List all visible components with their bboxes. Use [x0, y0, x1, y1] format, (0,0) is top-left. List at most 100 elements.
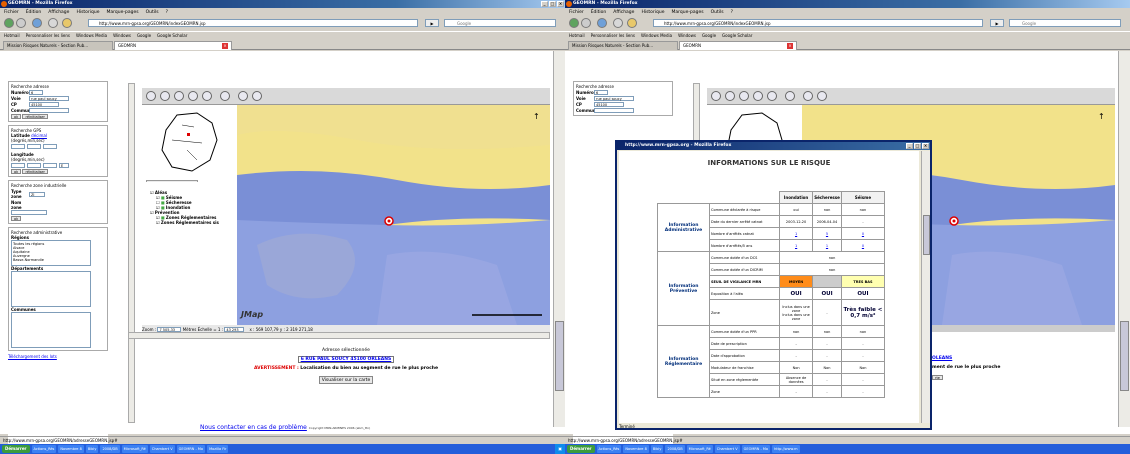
menu-edition[interactable]: Édition [26, 9, 42, 16]
pan-hand-icon[interactable] [767, 91, 777, 101]
scroll-thumb[interactable] [555, 321, 564, 391]
menu-fichier[interactable]: Fichier [569, 9, 584, 16]
departements-list[interactable] [11, 271, 91, 307]
menu-affichage[interactable]: Affichage [48, 9, 69, 16]
type-zone-select[interactable]: ZI [29, 191, 45, 197]
zoom-out-icon[interactable] [725, 91, 735, 101]
visualiser-button[interactable]: rte [932, 375, 943, 380]
start-button[interactable]: Démarrer [567, 445, 595, 453]
numero-input[interactable]: 6 [594, 90, 608, 95]
table-cell-link[interactable]: 0 [840, 227, 886, 240]
taskbar-item[interactable]: 2008/DB [100, 445, 120, 453]
close-button[interactable]: × [922, 143, 929, 149]
back-icon[interactable] [4, 18, 14, 28]
reload-icon[interactable] [597, 18, 607, 28]
sidebar-scrollbar[interactable] [128, 83, 135, 423]
taskbar-item[interactable]: Bibly [85, 445, 99, 453]
taskbar-item[interactable]: Chambert V [714, 445, 740, 453]
bookmark-google[interactable]: Google [137, 32, 151, 39]
start-button[interactable]: Démarrer [2, 445, 30, 453]
legend-item-zones-reg-sis[interactable]: ☑ Zones Réglementaires sis [150, 220, 237, 225]
lat-min-input[interactable] [27, 144, 41, 149]
taskbar-item[interactable]: Novembre 8 [58, 445, 84, 453]
scroll-thumb[interactable] [923, 215, 930, 255]
bookmark-windows[interactable]: Windows [678, 32, 696, 39]
menu-outils[interactable]: Outils [146, 9, 159, 16]
help-icon[interactable] [252, 91, 262, 101]
table-cell-link[interactable]: 1 [778, 227, 814, 240]
bookmark-google-scholar[interactable]: Google Scholar [722, 32, 752, 39]
lat-sec-input[interactable] [43, 144, 57, 149]
taskbar-item[interactable]: GEOMRN - Mo [741, 445, 771, 453]
table-cell-link[interactable]: 5 [812, 227, 842, 240]
voie-input[interactable]: rue paul soucy [594, 96, 634, 101]
zoom-out-icon[interactable] [160, 91, 170, 101]
cp-input[interactable]: 45100 [594, 102, 624, 107]
menu-fichier[interactable]: Fichier [4, 9, 19, 16]
menu-affichage[interactable]: Affichage [613, 9, 634, 16]
bookmark-personnaliser[interactable]: Personnaliser les liens [26, 32, 70, 39]
url-bar[interactable]: http://www.mrn-gpsa.org/GEOMRN/indexGEOM… [653, 19, 983, 27]
telechargement-link[interactable]: Téléchargement des lots [8, 354, 108, 359]
maximize-button[interactable]: □ [549, 1, 556, 7]
lon-sec-input[interactable] [43, 163, 57, 168]
communes-list[interactable] [11, 312, 91, 348]
tab-geomrn[interactable]: GEOMRN × [114, 41, 232, 50]
stop-icon[interactable] [48, 18, 58, 28]
commune-input[interactable] [29, 108, 69, 113]
taskbar-item[interactable]: Chambert V [149, 445, 175, 453]
selected-address-link[interactable]: OLEANS [932, 356, 952, 361]
menu-marque-pages[interactable]: Marque-pages [672, 9, 704, 16]
taskbar-item[interactable]: Mozilla Fir [207, 445, 229, 453]
zoom-in-icon[interactable] [711, 91, 721, 101]
maximize-button[interactable]: □ [914, 143, 921, 149]
taskbar-item[interactable]: http://www.m [772, 445, 800, 453]
pan-hand-icon[interactable] [202, 91, 212, 101]
nom-zone-input[interactable] [11, 210, 47, 215]
tab-geomrn[interactable]: GEOMRN × [679, 41, 797, 50]
tab-mission-risques[interactable]: Mission Risques Naturels - Section Pub..… [3, 41, 113, 50]
table-cell-link[interactable]: 0 [840, 239, 886, 252]
bookmark-google[interactable]: Google [702, 32, 716, 39]
search-input[interactable]: Google [1009, 19, 1121, 27]
help-icon[interactable] [817, 91, 827, 101]
zoom-previous-icon[interactable] [188, 91, 198, 101]
bookmark-personnaliser[interactable]: Personnaliser les liens [591, 32, 635, 39]
taskbar-item[interactable]: GEOMRN - Mo [176, 445, 206, 453]
horizontal-scrollbar[interactable] [128, 332, 550, 339]
refresh-icon[interactable] [803, 91, 813, 101]
menu-historique[interactable]: Historique [641, 9, 664, 16]
taskbar-item[interactable]: Novembre 8 [623, 445, 649, 453]
visualiser-button[interactable]: Visualiser sur la carte [318, 376, 374, 384]
menu-marque-pages[interactable]: Marque-pages [107, 9, 139, 16]
close-tab-icon[interactable]: × [787, 43, 793, 49]
taskbar-item[interactable]: Bibly [650, 445, 664, 453]
tab-mission-risques[interactable]: Mission Risques Naturels - Section Pub..… [568, 41, 678, 50]
zoom-extent-icon[interactable] [739, 91, 749, 101]
bookmark-windows-media[interactable]: Windows Media [641, 32, 672, 39]
menu-outils[interactable]: Outils [711, 9, 724, 16]
list-item[interactable]: Basse-Normandie [13, 258, 89, 262]
go-button[interactable]: ▶ [990, 19, 1004, 27]
url-bar[interactable]: http://www.mrn-gpsa.org/GEOMRN/indexGEOM… [88, 19, 418, 27]
home-icon[interactable] [62, 18, 72, 28]
bookmark-windows[interactable]: Windows [113, 32, 131, 39]
back-icon[interactable] [569, 18, 579, 28]
table-cell-link[interactable]: 1 [812, 239, 842, 252]
bookmark-windows-media[interactable]: Windows Media [76, 32, 107, 39]
zoom-previous-icon[interactable] [753, 91, 763, 101]
taskbar-item[interactable]: Actions_Rés [596, 445, 622, 453]
menu-help[interactable]: ? [166, 9, 168, 16]
bookmark-hotmail[interactable]: Hotmail [4, 32, 20, 39]
menu-historique[interactable]: Historique [76, 9, 99, 16]
regions-list[interactable]: Toutes les régions Alsace Aquitaine Auvergn… [11, 240, 91, 266]
lat-deg-input[interactable] [11, 144, 25, 149]
table-cell-link[interactable]: 1 [778, 239, 814, 252]
selected-address-link[interactable]: 6 RUE PAUL SOUCY 45100 ORLEANS [297, 356, 395, 363]
scroll-thumb[interactable] [1120, 321, 1129, 391]
search-input[interactable]: Google [444, 19, 556, 27]
voie-input[interactable]: rue paul soucy [29, 96, 69, 101]
reset-button[interactable]: réinitialiser [22, 114, 48, 119]
lon-ew-select[interactable]: E [59, 163, 69, 168]
page-scrollbar[interactable] [553, 51, 565, 427]
